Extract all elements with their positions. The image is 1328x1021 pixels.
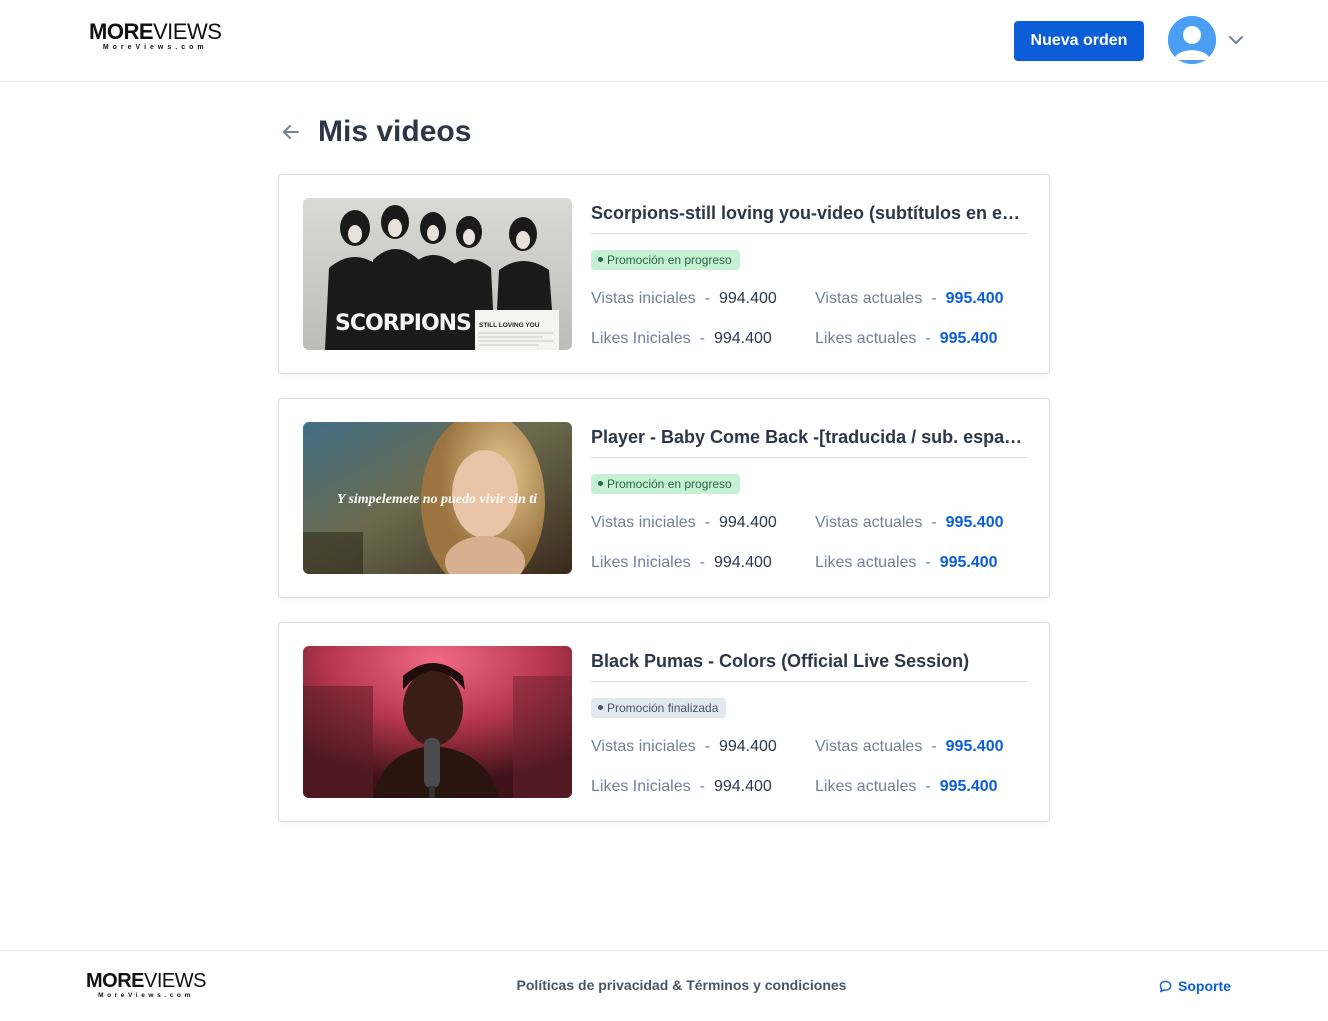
video-thumbnail[interactable]: Y simpelemete no puedo vivir sin ti (303, 422, 572, 574)
title-divider (591, 233, 1027, 234)
video-card[interactable]: Y simpelemete no puedo vivir sin ti Play… (278, 398, 1050, 598)
title-divider (591, 681, 1027, 682)
current-likes-stat: Likes actuales -995.400 (815, 330, 998, 347)
terms-link[interactable]: Términos y condiciones (686, 977, 846, 993)
thumbnail-song-text: STILL LOVING YOU (479, 322, 540, 329)
status-dot (598, 257, 603, 263)
arrow-left-icon[interactable] (280, 121, 302, 143)
title-divider (591, 457, 1027, 458)
status-text: Promoción finalizada (607, 701, 719, 715)
initial-views-stat: Vistas iniciales -994.400 (591, 514, 777, 531)
support-link[interactable]: Soporte (1159, 977, 1231, 995)
video-thumbnail[interactable]: SCORPIONS STILL LOVING YOU (303, 198, 572, 350)
status-badge: Promoción en progreso (591, 250, 740, 270)
footer-links: Políticas de privacidad & Términos y con… (0, 977, 1328, 993)
video-card[interactable]: Black Pumas - Colors (Official Live Sess… (278, 622, 1050, 822)
initial-views-stat: Vistas iniciales -994.400 (591, 738, 777, 755)
logo-thin-text: VIEWS (153, 19, 222, 44)
thumbnail-band-text: SCORPIONS (335, 311, 471, 336)
chevron-down-icon[interactable] (1227, 31, 1245, 49)
initial-likes-stat: Likes Iniciales -994.400 (591, 330, 772, 347)
status-dot (598, 705, 603, 711)
initial-likes-stat: Likes Iniciales -994.400 (591, 554, 772, 571)
user-avatar-icon[interactable] (1168, 16, 1216, 64)
current-likes-stat: Likes actuales -995.400 (815, 554, 998, 571)
chat-bubble-icon (1159, 980, 1172, 993)
initial-views-stat: Vistas iniciales -994.400 (591, 290, 777, 307)
new-order-button[interactable]: Nueva orden (1014, 21, 1144, 61)
logo-subtitle: MoreViews.com (98, 992, 194, 999)
current-views-stat: Vistas actuales -995.400 (815, 514, 1004, 531)
status-badge: Promoción finalizada (591, 698, 727, 718)
thumbnail-caption-text: Y simpelemete no puedo vivir sin ti (337, 492, 537, 507)
current-likes-stat: Likes actuales -995.400 (815, 778, 998, 795)
status-text: Promoción en progreso (607, 253, 732, 267)
video-card[interactable]: SCORPIONS STILL LOVING YOU Scorpions-sti… (278, 174, 1050, 374)
video-title[interactable]: Scorpions-still loving you-video (subtít… (591, 201, 1027, 225)
moreviews-logo[interactable]: MOREVIEWS MoreViews.com (89, 19, 222, 52)
privacy-link[interactable]: Políticas de privacidad (517, 977, 669, 993)
video-title[interactable]: Player - Baby Come Back -[traducida / su… (591, 425, 1027, 449)
current-views-stat: Vistas actuales -995.400 (815, 290, 1004, 307)
status-text: Promoción en progreso (607, 477, 732, 491)
support-label: Soporte (1178, 978, 1231, 994)
status-badge: Promoción en progreso (591, 474, 740, 494)
top-header: MOREVIEWS MoreViews.com Nueva orden (0, 0, 1328, 82)
current-views-stat: Vistas actuales -995.400 (815, 738, 1004, 755)
video-thumbnail[interactable] (303, 646, 572, 798)
page-footer: MOREVIEWS MoreViews.com Políticas de pri… (0, 950, 1328, 1021)
initial-likes-stat: Likes Iniciales -994.400 (591, 778, 772, 795)
status-dot (598, 481, 603, 487)
video-title[interactable]: Black Pumas - Colors (Official Live Sess… (591, 649, 1027, 673)
logo-subtitle: MoreViews.com (102, 44, 208, 51)
page-title: Mis videos (318, 115, 472, 148)
footer-amp: & (672, 977, 683, 993)
logo-bold-text: MORE (89, 19, 154, 44)
